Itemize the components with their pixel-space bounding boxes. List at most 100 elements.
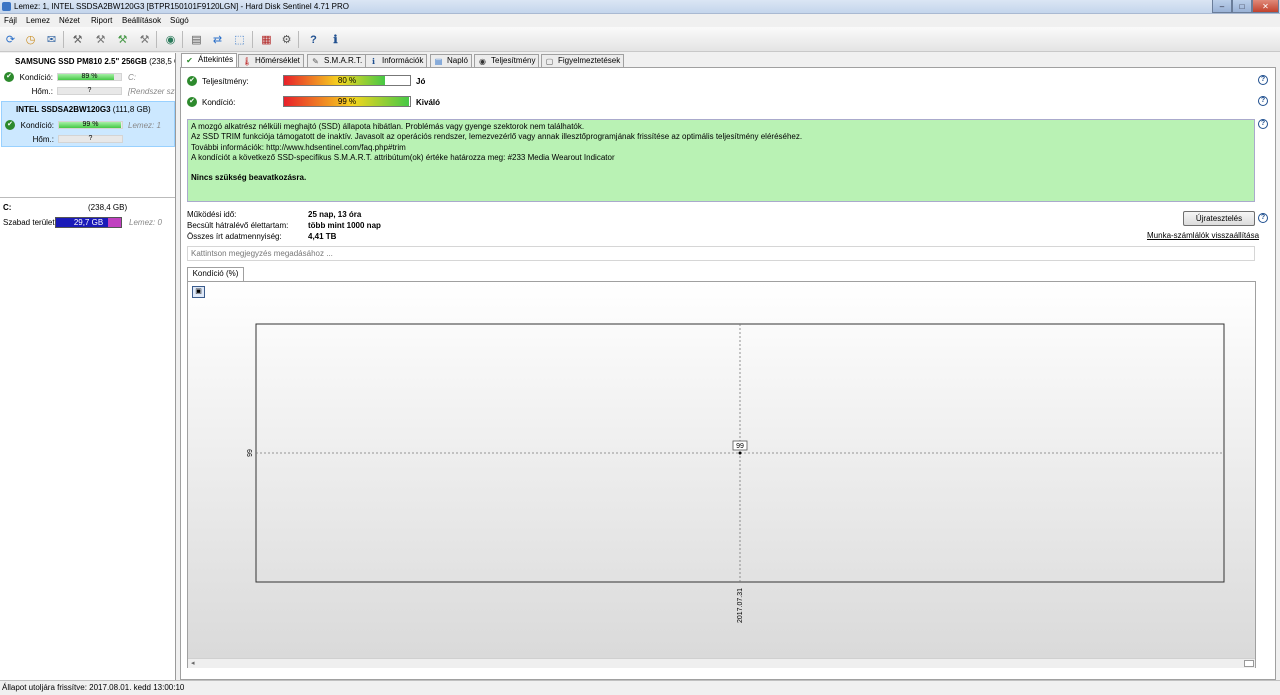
tab-alerts[interactable]: ▢ Figyelmeztetések	[541, 54, 625, 67]
disk-tool-1-icon[interactable]: ⚒	[69, 31, 86, 48]
performance-help-icon[interactable]: ?	[1258, 75, 1268, 85]
data-point	[738, 451, 742, 455]
point-label: 99	[736, 443, 744, 450]
temp-bar: ?	[57, 87, 122, 95]
temp-label: Hőm.:	[32, 135, 54, 144]
menu-disk[interactable]: Lemez	[26, 16, 50, 25]
performance-rating: Jó	[416, 77, 426, 86]
condition-label: Kondíció:	[202, 98, 236, 107]
volume-disk: Lemez: 0	[129, 218, 162, 227]
tab-smart-label: S.M.A.R.T.	[324, 56, 363, 65]
toolbar: ⟳ ◷ ✉ ⚒ ⚒ ⚒ ⚒ ◉ ▤ ⇄ ⬚ ▦ ⚙ ? ℹ	[0, 27, 1280, 52]
about-icon[interactable]: ℹ	[327, 31, 344, 48]
menu-bar: Fájl Lemez Nézet Riport Beállítások Súgó	[0, 14, 1280, 27]
tab-temperature[interactable]: 🌡 Hőmérséklet	[238, 54, 304, 67]
chart-scrollbar[interactable]: ◂	[188, 658, 1255, 668]
condition-value: 99 %	[82, 121, 99, 128]
tab-overview[interactable]: ✔ Áttekintés	[181, 53, 238, 68]
temp-value: ?	[87, 87, 92, 94]
sync-icon[interactable]: ⇄	[209, 31, 226, 48]
status-info-box: A mozgó alkatrész nélküli meghajtó (SSD)…	[187, 119, 1255, 202]
info-line: Az SSD TRIM funkciója támogatott de inak…	[191, 132, 803, 142]
ok-check-icon: ✔	[5, 120, 15, 130]
menu-view[interactable]: Nézet	[59, 16, 80, 25]
performance-value: 80 %	[337, 76, 357, 85]
reset-counters-link[interactable]: Munka-számlálók visszaállítása	[1147, 231, 1259, 240]
tab-log-label: Napló	[447, 56, 468, 65]
free-space-value: 29,7 GB	[73, 218, 104, 227]
disk-name: INTEL SSDSA2BW120G3 (111,8 GB)	[16, 105, 151, 114]
globe-icon[interactable]: ◉	[162, 31, 179, 48]
info-line: A mozgó alkatrész nélküli meghajtó (SSD)…	[191, 122, 585, 131]
menu-settings[interactable]: Beállítások	[122, 16, 161, 25]
window-title: Lemez: 1, INTEL SSDSA2BW120G3 [BTPR15010…	[14, 2, 349, 11]
tab-information[interactable]: ℹ Információk	[365, 54, 428, 67]
volume-entry[interactable]: C: (238,4 GB) Szabad terület 29,7 GB Lem…	[0, 202, 175, 232]
x-tick-label: 2017.07.31	[737, 588, 744, 623]
retest-help-icon[interactable]: ?	[1258, 213, 1268, 223]
uptime-value: 25 nap, 13 óra	[308, 210, 362, 219]
condition-bar: 99 %	[283, 96, 411, 107]
app-icon	[2, 2, 11, 11]
condition-label: Kondíció:	[20, 121, 54, 130]
status-bar: Állapot utoljára frissítve: 2017.08.01. …	[0, 680, 1280, 695]
note-input[interactable]: Kattintson megjegyzés megadásához ...	[187, 246, 1255, 261]
settings-icon[interactable]: ⚙	[278, 31, 295, 48]
disk-tool-2-icon[interactable]: ⚒	[92, 31, 109, 48]
disk-tool-3-icon[interactable]: ⚒	[114, 31, 131, 48]
performance-bar: 80 %	[283, 75, 411, 86]
monitor-icon[interactable]: ▦	[258, 31, 275, 48]
tab-overview-label: Áttekintés	[198, 55, 234, 64]
maximize-button[interactable]: □	[1232, 0, 1252, 13]
disk-entry-samsung[interactable]: SAMSUNG SSD PM810 2.5" 256GB (238,5 G ✔ …	[1, 54, 175, 100]
volume-size: (238,4 GB)	[88, 203, 128, 212]
disk-entry-intel[interactable]: INTEL SSDSA2BW120G3 (111,8 GB) ✔ Kondíci…	[1, 101, 175, 147]
retest-button[interactable]: Újratesztelés	[1183, 211, 1255, 226]
document-icon[interactable]: ▤	[188, 31, 205, 48]
chart-tab-condition[interactable]: Kondíció (%)	[187, 267, 244, 281]
menu-report[interactable]: Riport	[91, 16, 112, 25]
temp-value: ?	[88, 135, 93, 142]
report-icon[interactable]: ✉	[43, 31, 60, 48]
condition-value: 89 %	[81, 73, 98, 80]
info-help-icon[interactable]: ?	[1258, 119, 1268, 129]
condition-help-icon[interactable]: ?	[1258, 96, 1268, 106]
close-button[interactable]: ✕	[1252, 0, 1279, 13]
tab-smart[interactable]: ✎ S.M.A.R.T.	[307, 54, 367, 67]
menu-file[interactable]: Fájl	[4, 16, 17, 25]
condition-ok-icon: ✔	[187, 97, 197, 107]
disk-number: Lemez: 1	[128, 121, 161, 130]
condition-label: Kondíció:	[19, 73, 53, 82]
minimize-button[interactable]: –	[1212, 0, 1232, 13]
clock-icon[interactable]: ◷	[22, 31, 39, 48]
temp-bar: ?	[58, 135, 123, 143]
disk-tool-4-icon[interactable]: ⚒	[136, 31, 153, 48]
condition-chart: ▣ 99 2017.07.31 99 ◂	[187, 281, 1256, 668]
condition-value: 99 %	[337, 97, 357, 106]
main-tabs: ✔ Áttekintés 🌡 Hőmérséklet ✎ S.M.A.R.T. ℹ In…	[180, 53, 1280, 68]
total-written-value: 4,41 TB	[308, 232, 337, 241]
tab-performance[interactable]: ◉ Teljesítmény	[474, 54, 540, 67]
refresh-icon[interactable]: ⟳	[2, 31, 19, 48]
condition-bar: 99 %	[58, 121, 123, 129]
menu-help[interactable]: Súgó	[170, 16, 189, 25]
disk-list-panel: SAMSUNG SSD PM810 2.5" 256GB (238,5 G ✔ …	[0, 53, 176, 680]
info-line: A kondíciót a következő SSD-specifikus S…	[191, 152, 615, 162]
title-bar: Lemez: 1, INTEL SSDSA2BW120G3 [BTPR15010…	[0, 0, 1280, 14]
system-disk-label: [Rendszer szá	[128, 87, 175, 96]
ok-check-icon: ✔	[4, 72, 14, 82]
tab-log[interactable]: ▤ Napló	[430, 54, 472, 67]
performance-label: Teljesítmény:	[202, 77, 249, 86]
tab-temperature-label: Hőmérséklet	[255, 56, 300, 65]
help-icon[interactable]: ?	[305, 31, 322, 48]
free-space-bar: 29,7 GB	[55, 217, 122, 228]
network-icon[interactable]: ⬚	[231, 31, 248, 48]
condition-rating: Kiváló	[416, 98, 441, 107]
overview-panel: ✔ Teljesítmény: 80 % Jó ? ✔ Kondíció: 99…	[180, 67, 1276, 680]
disk-name: SAMSUNG SSD PM810 2.5" 256GB (238,5 G	[15, 57, 175, 66]
y-tick-label: 99	[247, 449, 254, 457]
condition-bar: 89 %	[57, 73, 122, 81]
volume-letter: C:	[3, 203, 12, 212]
tab-performance-label: Teljesítmény	[491, 56, 536, 65]
free-space-label: Szabad terület	[3, 218, 55, 227]
